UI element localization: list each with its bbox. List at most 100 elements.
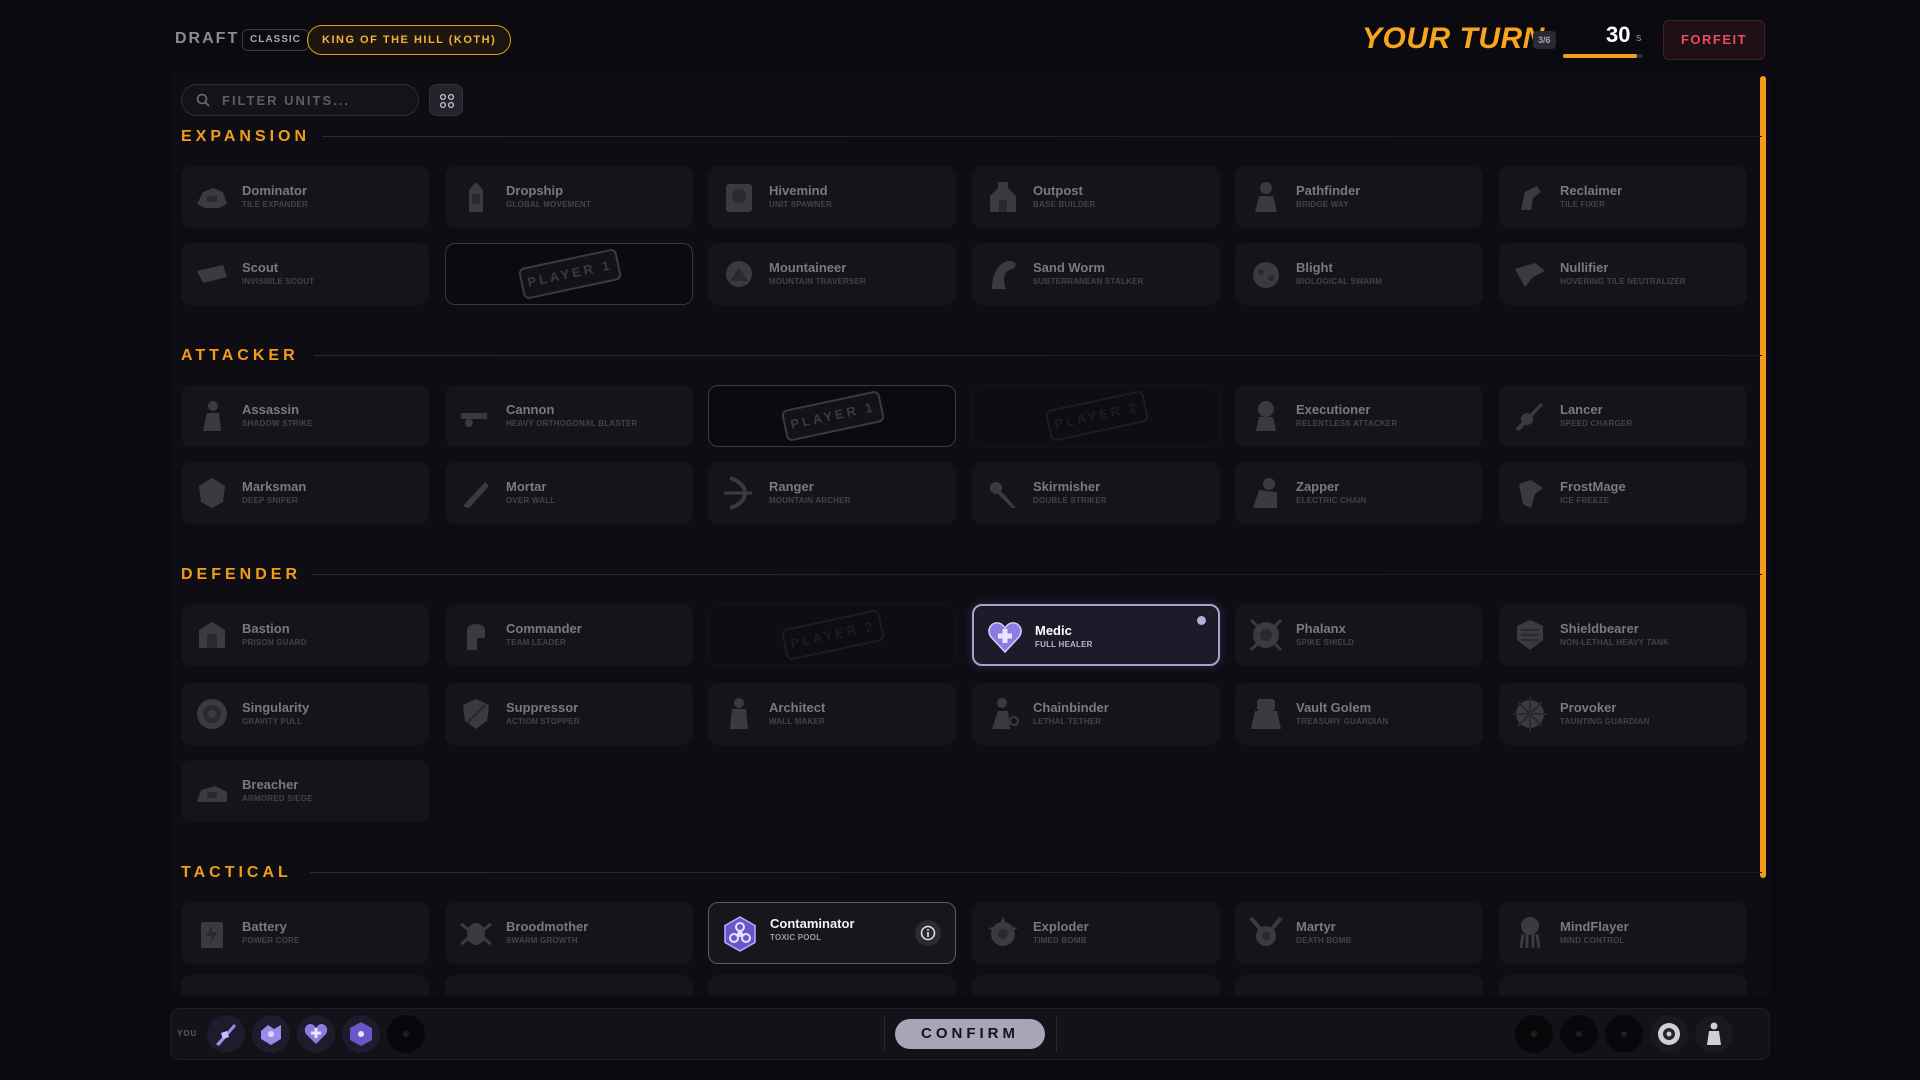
unit-card-frostmage[interactable]: FrostMage ICE FREEZE bbox=[1499, 462, 1747, 524]
unit-card-mindflayer[interactable]: MindFlayer MIND CONTROL bbox=[1499, 902, 1747, 964]
unit-subtitle: GRAVITY PULL bbox=[242, 717, 303, 726]
unit-card-partial[interactable] bbox=[1499, 975, 1747, 995]
unit-subtitle: PRISON GUARD bbox=[242, 638, 307, 647]
unit-card-blight[interactable]: Blight BIOLOGICAL SWARM bbox=[1235, 243, 1483, 305]
unit-name: Suppressor bbox=[506, 700, 579, 715]
unit-card-martyr[interactable]: Martyr DEATH BOMB bbox=[1235, 902, 1483, 964]
unit-name: Hivemind bbox=[769, 183, 828, 198]
unit-card-executioner[interactable]: Executioner RELENTLESS ATTACKER bbox=[1235, 385, 1483, 447]
timer-progress-bar bbox=[1563, 54, 1643, 58]
singularity-icon bbox=[197, 699, 227, 729]
unit-card-nullifier[interactable]: Nullifier HOVERING TILE NEUTRALIZER bbox=[1499, 243, 1747, 305]
unit-name: Martyr bbox=[1296, 919, 1336, 934]
unit-card-zapper[interactable]: Zapper ELECTRIC CHAIN bbox=[1235, 462, 1483, 524]
unit-name: Scout bbox=[242, 260, 279, 275]
unit-card-skirmisher[interactable]: Skirmisher DOUBLE STRIKER bbox=[972, 462, 1220, 524]
unit-card-provoker[interactable]: Provoker TAUNTING GUARDIAN bbox=[1499, 683, 1747, 745]
unit-card-dominator[interactable]: Dominator TILE EXPANDER bbox=[181, 166, 429, 228]
unit-card-battery[interactable]: Battery POWER CORE bbox=[181, 902, 429, 964]
unit-card-breacher[interactable]: Breacher ARMORED SIEGE bbox=[181, 760, 429, 822]
chainbinder-icon bbox=[992, 698, 1019, 729]
unit-card-marksman[interactable]: Marksman DEEP SNIPER bbox=[181, 462, 429, 524]
unit-card-commander[interactable]: Commander TEAM LEADER bbox=[445, 604, 693, 666]
phalanx-icon bbox=[1249, 618, 1283, 652]
unit-subtitle: DEEP SNIPER bbox=[242, 496, 298, 505]
bar-divider bbox=[884, 1016, 885, 1052]
unit-card-phalanx[interactable]: Phalanx SPIKE SHIELD bbox=[1235, 604, 1483, 666]
unit-card-reclaimer[interactable]: Reclaimer TILE FIXER bbox=[1499, 166, 1747, 228]
unit-card-shieldbearer[interactable]: Shieldbearer NON-LETHAL HEAVY TANK bbox=[1499, 604, 1747, 666]
grid-icon bbox=[439, 93, 455, 109]
unit-name: Lancer bbox=[1560, 402, 1603, 417]
player2-stamp: PLAYER 2 bbox=[1044, 389, 1150, 443]
forfeit-button[interactable]: FORFEIT bbox=[1663, 20, 1765, 60]
unit-card-partial[interactable] bbox=[972, 975, 1220, 995]
your-pick-slot-3[interactable] bbox=[297, 1015, 335, 1053]
opponent-pick-slot-5[interactable] bbox=[1695, 1015, 1733, 1053]
picked-slot-player1: PLAYER 1 bbox=[445, 243, 693, 305]
unit-card-architect[interactable]: Architect WALL MAKER bbox=[708, 683, 956, 745]
info-button[interactable] bbox=[915, 920, 941, 946]
empty-slot-dot bbox=[403, 1031, 409, 1037]
unit-card-partial[interactable] bbox=[445, 975, 693, 995]
unit-name: Mortar bbox=[506, 479, 547, 494]
unit-name: Marksman bbox=[242, 479, 307, 494]
unit-subtitle: SUBTERRANEAN STALKER bbox=[1033, 277, 1144, 286]
unit-name: Breacher bbox=[242, 777, 299, 792]
search-box[interactable] bbox=[181, 84, 419, 116]
unit-subtitle: INVISIBLE SCOUT bbox=[242, 277, 315, 286]
picked-slot-player1: PLAYER 1 bbox=[708, 385, 956, 447]
your-pick-slot-2[interactable] bbox=[252, 1015, 290, 1053]
shieldbearer-icon bbox=[1517, 620, 1543, 650]
unit-card-mountaineer[interactable]: Mountaineer MOUNTAIN TRAVERSER bbox=[708, 243, 956, 305]
unit-card-hivemind[interactable]: Hivemind UNIT SPAWNER bbox=[708, 166, 956, 228]
unit-subtitle: HOVERING TILE NEUTRALIZER bbox=[1560, 277, 1686, 286]
unit-card-suppressor[interactable]: Suppressor ACTION STOPPER bbox=[445, 683, 693, 745]
unit-card-outpost[interactable]: Outpost BASE BUILDER bbox=[972, 166, 1220, 228]
unit-card-vaultgolem[interactable]: Vault Golem TREASURY GUARDIAN bbox=[1235, 683, 1483, 745]
search-input[interactable] bbox=[222, 85, 412, 115]
unit-card-pathfinder[interactable]: Pathfinder BRIDGE WAY bbox=[1235, 166, 1483, 228]
unit-name: Sand Worm bbox=[1033, 260, 1105, 275]
unit-card-lancer[interactable]: Lancer SPEED CHARGER bbox=[1499, 385, 1747, 447]
selected-indicator bbox=[1197, 616, 1206, 625]
exploder-icon bbox=[988, 916, 1018, 946]
unit-card-assassin[interactable]: Assassin SHADOW STRIKE bbox=[181, 385, 429, 447]
timer-progress-fill bbox=[1563, 54, 1637, 58]
unit-card-partial[interactable] bbox=[181, 975, 429, 995]
mindflayer-icon bbox=[1519, 917, 1541, 949]
your-pick-slot-1[interactable] bbox=[207, 1015, 245, 1053]
unit-card-partial[interactable] bbox=[1235, 975, 1483, 995]
unit-card-partial[interactable] bbox=[708, 975, 956, 995]
unit-name: Exploder bbox=[1033, 919, 1089, 934]
scrollbar-thumb[interactable] bbox=[1760, 76, 1766, 878]
unit-card-cannon[interactable]: Cannon HEAVY ORTHOGONAL BLASTER bbox=[445, 385, 693, 447]
your-pick-slot-5-empty[interactable] bbox=[387, 1015, 425, 1053]
your-pick-slot-4[interactable] bbox=[342, 1015, 380, 1053]
reclaimer-icon bbox=[1521, 186, 1541, 210]
sandworm-icon bbox=[992, 261, 1016, 289]
broodmother-icon bbox=[460, 922, 492, 946]
unit-card-exploder[interactable]: Exploder TIMED BOMB bbox=[972, 902, 1220, 964]
unit-subtitle: ELECTRIC CHAIN bbox=[1296, 496, 1367, 505]
unit-card-sandworm[interactable]: Sand Worm SUBTERRANEAN STALKER bbox=[972, 243, 1220, 305]
opponent-pick-slot-4[interactable] bbox=[1650, 1015, 1688, 1053]
unit-card-bastion[interactable]: Bastion PRISON GUARD bbox=[181, 604, 429, 666]
nullifier-icon bbox=[1515, 263, 1545, 287]
unit-subtitle: MIND CONTROL bbox=[1560, 936, 1625, 945]
confirm-button[interactable]: CONFIRM bbox=[895, 1019, 1045, 1049]
unit-card-scout[interactable]: Scout INVISIBLE SCOUT bbox=[181, 243, 429, 305]
unit-card-contaminator[interactable]: Contaminator TOXIC POOL bbox=[708, 902, 956, 964]
unit-card-chainbinder[interactable]: Chainbinder LETHAL TETHER bbox=[972, 683, 1220, 745]
grid-view-button[interactable] bbox=[429, 84, 463, 116]
unit-card-ranger[interactable]: Ranger MOUNTAIN ARCHER bbox=[708, 462, 956, 524]
singularity-pick-icon bbox=[1658, 1023, 1680, 1045]
unit-card-medic[interactable]: Medic FULL HEALER bbox=[972, 604, 1220, 666]
unit-name: Medic bbox=[1035, 623, 1072, 638]
breacher-icon bbox=[197, 786, 227, 802]
unit-card-singularity[interactable]: Singularity GRAVITY PULL bbox=[181, 683, 429, 745]
player1-stamp: PLAYER 1 bbox=[517, 247, 623, 301]
unit-card-dropship[interactable]: Dropship GLOBAL MOVEMENT bbox=[445, 166, 693, 228]
unit-card-mortar[interactable]: Mortar OVER WALL bbox=[445, 462, 693, 524]
unit-card-broodmother[interactable]: Broodmother SWARM GROWTH bbox=[445, 902, 693, 964]
